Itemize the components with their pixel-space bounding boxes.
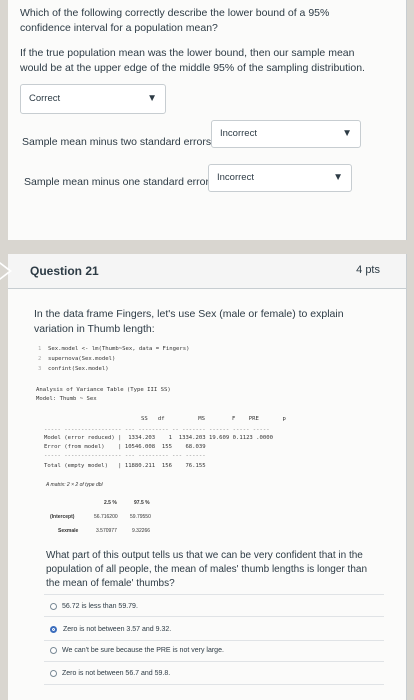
anova-separator: ----- ----------------- --- --------- --…: [44, 453, 206, 459]
option-divider: [44, 661, 384, 662]
anova-model: Model: Thumb ~ Sex: [36, 396, 97, 402]
q20-select-3-value: Incorrect: [217, 172, 254, 183]
option-divider: [44, 640, 384, 641]
line-number: 2: [38, 356, 42, 362]
code-text: supernova(Sex.model): [48, 356, 116, 362]
ci-header-upper: 97.5 %: [134, 500, 150, 506]
anova-row-total: Total (empty model) | 11880.211 156 76.1…: [44, 463, 206, 469]
q20-select-2[interactable]: Incorrect ▼: [211, 120, 361, 148]
option-label[interactable]: 56.72 is less than 59.79.: [62, 603, 138, 610]
code-line: 2 supernova(Sex.model): [38, 354, 368, 364]
question-points: 4 pts: [356, 264, 380, 276]
option-label[interactable]: We can't be sure because the PRE is not …: [62, 647, 224, 654]
code-line: 3 confint(Sex.model): [38, 364, 368, 374]
code-line: 1 Sex.model <- lm(Thumb~Sex, data = Finge…: [38, 344, 368, 354]
ci-row-value: 9.32266: [132, 528, 151, 534]
q20-statement-2: Sample mean minus two standard errors.: [22, 136, 214, 148]
option-divider: [44, 594, 384, 595]
question-header: Question 21 4 pts: [8, 254, 406, 289]
chevron-down-icon: ▼: [342, 128, 352, 139]
question-arrow-icon-inner: [0, 264, 9, 278]
line-number: 3: [38, 366, 42, 372]
option-radio-selected[interactable]: [50, 626, 57, 633]
chevron-down-icon: ▼: [333, 172, 343, 183]
q20-prompt: Which of the following correctly describ…: [20, 7, 330, 34]
question-divider: [0, 240, 414, 254]
line-number: 1: [38, 346, 42, 352]
option-label[interactable]: Zero is not between 3.57 and 9.32.: [63, 626, 171, 633]
ci-row-label: (Intercept): [50, 514, 75, 520]
anova-header: SS df MS F PRE p: [40, 416, 286, 422]
ci-header-lower: 2.5 %: [104, 500, 117, 506]
ci-row-label: Sexmale: [58, 528, 79, 534]
ci-row-value: 56.716200: [94, 514, 118, 520]
q20-select-1[interactable]: Correct ▼: [20, 84, 166, 114]
option-radio[interactable]: [50, 670, 57, 677]
chevron-down-icon: ▼: [147, 93, 157, 104]
question-title: Question 21: [30, 264, 99, 278]
code-text: Sex.model <- lm(Thumb~Sex, data = Finger…: [48, 346, 190, 352]
ci-row-value: 3.570977: [96, 528, 117, 534]
option-radio[interactable]: [50, 603, 57, 610]
code-text: confint(Sex.model): [48, 366, 109, 372]
q20-select-3[interactable]: Incorrect ▼: [208, 164, 352, 192]
q20-statement-3: Sample mean minus one standard error.: [24, 176, 212, 188]
matrix-label: A matrix: 2 × 2 of type dbl: [46, 482, 103, 488]
q20-select-1-value: Correct: [29, 93, 61, 104]
option-divider: [44, 684, 384, 685]
option-radio[interactable]: [50, 647, 57, 654]
option-label[interactable]: Zero is not between 56.7 and 59.8.: [62, 670, 170, 677]
q21-intro: In the data frame Fingers, let's use Sex…: [34, 308, 344, 335]
ci-row-value: 59.79550: [130, 514, 151, 520]
code-block: 1 Sex.model <- lm(Thumb~Sex, data = Finge…: [38, 344, 368, 384]
q20-statement-1: If the true population mean was the lowe…: [20, 47, 365, 74]
q21-question: What part of this output tells us that w…: [46, 550, 368, 589]
option-divider: [44, 616, 384, 617]
q20-select-2-value: Incorrect: [220, 128, 257, 139]
